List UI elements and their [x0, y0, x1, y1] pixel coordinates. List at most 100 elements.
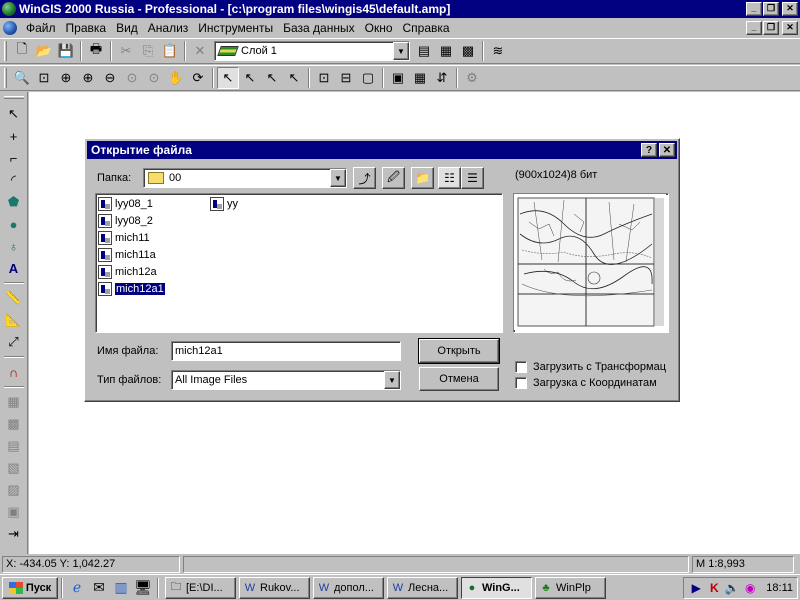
- menu-window[interactable]: Окно: [360, 21, 398, 35]
- edit-vertices-icon[interactable]: ▦: [2, 391, 26, 413]
- media-player-icon[interactable]: ▶: [688, 580, 704, 596]
- delete-vertices-icon[interactable]: ▧: [2, 457, 26, 479]
- pointer-arrow-icon[interactable]: ↖: [2, 103, 26, 125]
- clock[interactable]: 18:11: [766, 582, 793, 594]
- close-button[interactable]: ✕: [782, 2, 798, 16]
- zoom-previous-icon[interactable]: ⊙: [121, 67, 143, 89]
- copy-icon[interactable]: ⎘: [137, 40, 159, 62]
- list-item[interactable]: mich11a: [98, 247, 156, 263]
- restore-button[interactable]: ❐: [763, 2, 779, 16]
- checkbox-box[interactable]: [515, 361, 527, 373]
- layer-select[interactable]: Слой 1 ▼: [214, 41, 410, 61]
- minimize-button[interactable]: _: [746, 2, 762, 16]
- select-circle-icon[interactable]: ↖: [239, 67, 261, 89]
- internet-explorer-icon[interactable]: ℯ: [66, 577, 88, 599]
- zoom-in-icon[interactable]: ⊕: [77, 67, 99, 89]
- list-item-selected[interactable]: mich12a1: [98, 281, 166, 297]
- task-button-word-dopol[interactable]: W допол...: [313, 576, 384, 599]
- antivirus-icon[interactable]: K: [706, 580, 722, 596]
- zoom-window-icon[interactable]: ⊡: [33, 67, 55, 89]
- filetype-select[interactable]: All Image Files ▼: [171, 370, 401, 390]
- load-with-transform-checkbox[interactable]: Загрузить с Трансформац: [515, 361, 671, 373]
- list-item[interactable]: mich12a: [98, 264, 157, 280]
- join-object-icon[interactable]: ▣: [2, 501, 26, 523]
- save-icon[interactable]: 💾: [55, 40, 77, 62]
- doc-close-button[interactable]: ✕: [782, 21, 798, 35]
- dialog-title-bar[interactable]: Открытие файла ? ✕: [87, 141, 677, 159]
- circle-icon[interactable]: ●: [2, 213, 26, 235]
- measure-angle-icon[interactable]: 📐: [2, 309, 26, 331]
- start-button[interactable]: Пуск: [2, 576, 58, 599]
- list-item[interactable]: mich11: [98, 230, 150, 246]
- select-polygon-icon[interactable]: ↖: [261, 67, 283, 89]
- pan-hand-icon[interactable]: ✋: [165, 67, 187, 89]
- menu-tools[interactable]: Инструменты: [193, 21, 278, 35]
- menu-edit[interactable]: Правка: [61, 21, 112, 35]
- list-view-icon[interactable]: ☷: [438, 167, 461, 189]
- move-vertices-icon[interactable]: ▩: [2, 413, 26, 435]
- zoom-out-icon[interactable]: ⊖: [99, 67, 121, 89]
- object-properties-icon[interactable]: ▣: [387, 67, 409, 89]
- zoom-next-icon[interactable]: ⊙: [143, 67, 165, 89]
- help-button[interactable]: ?: [641, 143, 657, 157]
- dialog-close-button[interactable]: ✕: [659, 143, 675, 157]
- volume-icon[interactable]: 🔈: [724, 580, 740, 596]
- task-button-winplp[interactable]: ♣ WinPlp: [535, 576, 606, 599]
- task-button-explorer[interactable]: 🗀 [E:\DI...: [165, 576, 236, 599]
- list-item[interactable]: lyy08_2: [98, 213, 153, 229]
- measure-distance-icon[interactable]: ⤢: [2, 331, 26, 353]
- up-folder-icon[interactable]: ⤴: [353, 167, 376, 189]
- folder-select[interactable]: 00 ▼: [143, 168, 347, 188]
- paste-icon[interactable]: 📋: [159, 40, 181, 62]
- select-cross-icon[interactable]: ⊟: [335, 67, 357, 89]
- layer-manager-icon[interactable]: ▤: [413, 40, 435, 62]
- text-icon[interactable]: A: [2, 257, 26, 279]
- doc-restore-button[interactable]: ❐: [763, 21, 779, 35]
- toolbar-grip[interactable]: [4, 68, 7, 88]
- object-filter-icon[interactable]: ▦: [409, 67, 431, 89]
- checkbox-box[interactable]: [515, 377, 527, 389]
- layer-grid-icon[interactable]: ▩: [457, 40, 479, 62]
- menu-help[interactable]: Справка: [398, 21, 455, 35]
- wingis-globe-icon[interactable]: [2, 2, 16, 16]
- insert-vertices-icon[interactable]: ▤: [2, 435, 26, 457]
- zoom-all-icon[interactable]: ⊕: [55, 67, 77, 89]
- desktop-icon[interactable]: 🖉: [382, 167, 405, 189]
- open-folder-icon[interactable]: 📂: [33, 40, 55, 62]
- point-icon[interactable]: +: [2, 125, 26, 147]
- align-icon[interactable]: ⇥: [2, 523, 26, 545]
- chevron-down-icon[interactable]: ▼: [393, 42, 409, 60]
- chevron-down-icon[interactable]: ▼: [384, 371, 400, 389]
- refresh-icon[interactable]: ⟳: [187, 67, 209, 89]
- arc-icon[interactable]: ◜: [2, 169, 26, 191]
- print-icon[interactable]: 🖶: [85, 40, 107, 62]
- list-item[interactable]: yy: [210, 196, 238, 212]
- app-title-bar[interactable]: WinGIS 2000 Russia - Professional - [c:\…: [0, 0, 800, 18]
- object-sort-icon[interactable]: ⇵: [431, 67, 453, 89]
- list-item[interactable]: lyy08_1: [98, 196, 153, 212]
- magnet-snap-icon[interactable]: ∩: [2, 361, 26, 383]
- network-icon[interactable]: ◉: [742, 580, 758, 596]
- document-globe-icon[interactable]: [3, 21, 17, 35]
- menu-file[interactable]: Файл: [21, 21, 61, 35]
- filename-input[interactable]: mich12a1: [171, 341, 401, 361]
- menu-analysis[interactable]: Анализ: [143, 21, 194, 35]
- desktop-icon[interactable]: 🖥: [132, 577, 154, 599]
- doc-minimize-button[interactable]: _: [746, 21, 762, 35]
- measure-ruler-icon[interactable]: 📏: [2, 287, 26, 309]
- split-object-icon[interactable]: ▨: [2, 479, 26, 501]
- outlook-icon[interactable]: ✉: [88, 577, 110, 599]
- layers-stack-icon[interactable]: ≋: [487, 40, 509, 62]
- cut-icon[interactable]: ✂: [115, 40, 137, 62]
- details-view-icon[interactable]: ☰: [461, 167, 484, 189]
- polyline-icon[interactable]: ⌐: [2, 147, 26, 169]
- new-file-icon[interactable]: 🗋: [11, 40, 33, 62]
- select-rectangle-icon[interactable]: ▢: [357, 67, 379, 89]
- toolbar-grip[interactable]: [3, 96, 24, 99]
- select-point-icon[interactable]: ↖: [283, 67, 305, 89]
- symbol-icon[interactable]: ♁: [2, 235, 26, 257]
- polygon-icon[interactable]: ⬟: [2, 191, 26, 213]
- select-arrow-icon[interactable]: ↖: [217, 67, 239, 89]
- task-button-word-rukov[interactable]: W Rukov...: [239, 576, 310, 599]
- file-list[interactable]: lyy08_1 lyy08_2 mich11 mich11a mich12a m…: [95, 193, 503, 333]
